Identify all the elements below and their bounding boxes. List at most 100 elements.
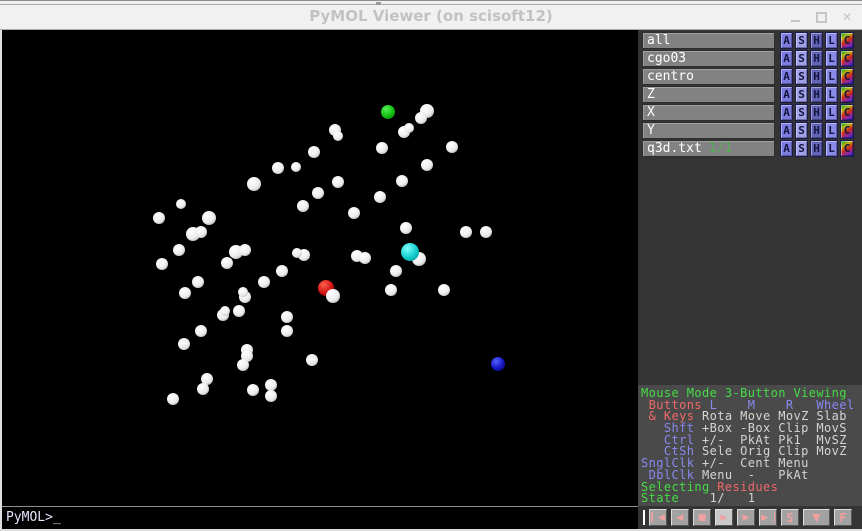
minimize-icon[interactable] (788, 10, 802, 24)
centro-h-button[interactable]: H (810, 68, 823, 85)
atom-sphere-white[interactable] (376, 142, 388, 154)
mouse-panel-line-10[interactable]: State 1/ 1 (641, 493, 862, 505)
all-h-button[interactable]: H (810, 32, 823, 49)
down-button-button[interactable]: ▼ (803, 509, 830, 526)
atom-sphere-white[interactable] (167, 393, 179, 405)
step-forward-button[interactable]: ▶ (737, 509, 755, 526)
go-to-end-button[interactable]: ▶▕ (759, 509, 777, 526)
Y-h-button[interactable]: H (810, 122, 823, 139)
atom-sphere-white[interactable] (192, 276, 204, 288)
atom-sphere-white[interactable] (332, 176, 344, 188)
atom-sphere-white[interactable] (291, 162, 301, 172)
atom-sphere-white[interactable] (480, 226, 492, 238)
atom-sphere-white[interactable] (333, 131, 343, 141)
all-s-button[interactable]: S (795, 32, 808, 49)
atom-sphere-white[interactable] (247, 177, 261, 191)
object-label[interactable]: X (642, 104, 775, 121)
all-a-button[interactable]: A (780, 32, 793, 49)
cgo03-l-button[interactable]: L (825, 50, 838, 67)
cgo03-a-button[interactable]: A (780, 50, 793, 67)
object-label[interactable]: q3d.txt1/1 (642, 140, 775, 157)
atom-sphere-white[interactable] (306, 354, 318, 366)
atom-sphere-white[interactable] (297, 200, 309, 212)
atom-sphere-white[interactable] (272, 162, 284, 174)
atom-sphere-white[interactable] (359, 252, 371, 264)
atom-sphere-white[interactable] (281, 311, 293, 323)
atom-sphere-white[interactable] (179, 287, 191, 299)
Y-l-button[interactable]: L (825, 122, 838, 139)
q3d.txt-a-button[interactable]: A (780, 140, 793, 157)
atom-sphere-white[interactable] (281, 325, 293, 337)
q3d.txt-l-button[interactable]: L (825, 140, 838, 157)
cgo03-s-button[interactable]: S (795, 50, 808, 67)
atom-sphere-white[interactable] (421, 159, 433, 171)
atom-sphere-cyan[interactable] (401, 243, 419, 261)
atom-sphere-white[interactable] (247, 384, 259, 396)
atom-sphere-white[interactable] (326, 289, 340, 303)
atom-sphere-white[interactable] (348, 207, 360, 219)
s-button-button[interactable]: S (781, 509, 799, 526)
q3d.txt-h-button[interactable]: H (810, 140, 823, 157)
atom-sphere-white[interactable] (400, 222, 412, 234)
object-label[interactable]: Y (642, 122, 775, 139)
go-to-start-button[interactable]: ▎◀ (649, 509, 667, 526)
atom-sphere-white[interactable] (265, 390, 277, 402)
Z-h-button[interactable]: H (810, 86, 823, 103)
atom-sphere-white[interactable] (312, 187, 324, 199)
stop-button[interactable]: ■ (693, 509, 711, 526)
atom-sphere-white[interactable] (195, 226, 207, 238)
cgo03-h-button[interactable]: H (810, 50, 823, 67)
step-back-button[interactable]: ◀ (671, 509, 689, 526)
play-button[interactable]: ▶ (715, 509, 733, 526)
Z-c-button[interactable]: C (840, 86, 854, 103)
Y-s-button[interactable]: S (795, 122, 808, 139)
atom-sphere-white[interactable] (390, 265, 402, 277)
atom-sphere-white[interactable] (238, 287, 248, 297)
atom-sphere-white[interactable] (221, 257, 233, 269)
atom-sphere-white[interactable] (276, 265, 288, 277)
atom-sphere-white[interactable] (292, 248, 302, 258)
f-button-button[interactable]: F (834, 509, 852, 526)
q3d.txt-c-button[interactable]: C (840, 140, 854, 157)
Z-s-button[interactable]: S (795, 86, 808, 103)
atom-sphere-white[interactable] (195, 325, 207, 337)
centro-c-button[interactable]: C (840, 68, 854, 85)
centro-s-button[interactable]: S (795, 68, 808, 85)
atom-sphere-white[interactable] (446, 141, 458, 153)
atom-sphere-white[interactable] (178, 338, 190, 350)
command-line[interactable]: PyMOL>_ (2, 506, 638, 529)
q3d.txt-s-button[interactable]: S (795, 140, 808, 157)
atom-sphere-white[interactable] (239, 244, 251, 256)
atom-sphere-blue[interactable] (491, 357, 505, 371)
atom-sphere-white[interactable] (415, 112, 427, 124)
viewport-3d[interactable] (2, 30, 638, 506)
atom-sphere-white[interactable] (385, 284, 397, 296)
atom-sphere-white[interactable] (374, 191, 386, 203)
atom-sphere-white[interactable] (173, 244, 185, 256)
atom-sphere-white[interactable] (176, 199, 186, 209)
atom-sphere-white[interactable] (220, 306, 230, 316)
X-l-button[interactable]: L (825, 104, 838, 121)
X-s-button[interactable]: S (795, 104, 808, 121)
atom-sphere-white[interactable] (233, 305, 245, 317)
titlebar[interactable]: PyMOL Viewer (on scisoft12) (0, 5, 862, 30)
centro-l-button[interactable]: L (825, 68, 838, 85)
close-icon[interactable] (840, 10, 854, 24)
centro-a-button[interactable]: A (780, 68, 793, 85)
Z-l-button[interactable]: L (825, 86, 838, 103)
object-label[interactable]: Z (642, 86, 775, 103)
all-l-button[interactable]: L (825, 32, 838, 49)
X-c-button[interactable]: C (840, 104, 854, 121)
pane-grip[interactable] (643, 510, 645, 525)
atom-sphere-white[interactable] (197, 383, 209, 395)
Y-c-button[interactable]: C (840, 122, 854, 139)
atom-sphere-white[interactable] (258, 276, 270, 288)
all-c-button[interactable]: C (840, 32, 854, 49)
object-label[interactable]: cgo03 (642, 50, 775, 67)
Y-a-button[interactable]: A (780, 122, 793, 139)
maximize-icon[interactable] (814, 10, 828, 24)
atom-sphere-white[interactable] (202, 211, 216, 225)
object-label[interactable]: centro (642, 68, 775, 85)
atom-sphere-white[interactable] (308, 146, 320, 158)
object-label[interactable]: all (642, 32, 775, 49)
